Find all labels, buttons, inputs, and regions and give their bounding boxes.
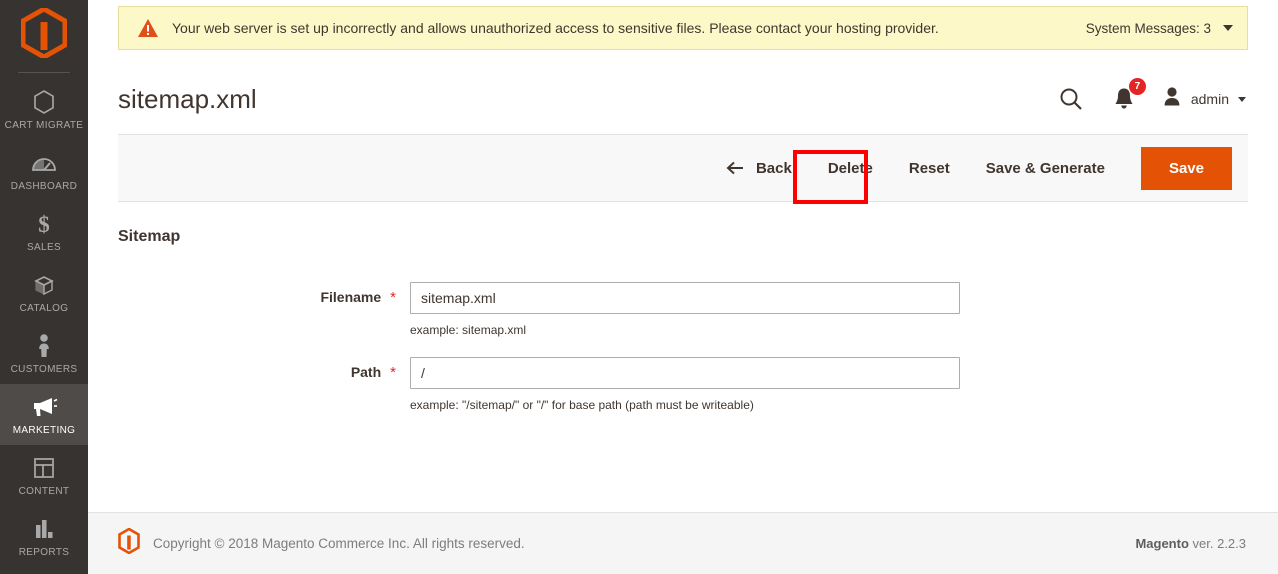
filename-label: Filename — [320, 289, 382, 305]
save-button[interactable]: Save — [1140, 146, 1232, 190]
save-button-label: Save — [1168, 159, 1204, 177]
megaphone-icon — [30, 394, 58, 420]
sidebar-item-label: REPORTS — [18, 547, 70, 558]
page-actions-toolbar: Back Delete Reset Save & Generate Save — [118, 134, 1248, 202]
reset-button[interactable]: Reset — [891, 151, 968, 186]
page-footer: Copyright © 2018 Magento Commerce Inc. A… — [88, 512, 1278, 574]
back-button[interactable]: Back — [708, 151, 810, 186]
filename-note: example: sitemap.xml — [410, 323, 527, 337]
sidebar-divider — [18, 72, 70, 73]
system-message-banner-wrapper: Your web server is set up incorrectly an… — [88, 0, 1278, 50]
reset-button-label: Reset — [908, 159, 950, 177]
delete-button[interactable]: Delete — [810, 151, 891, 186]
system-message-banner: Your web server is set up incorrectly an… — [118, 6, 1248, 50]
footer-brand: Magento — [1135, 536, 1189, 551]
sidebar-item-content[interactable]: CONTENT — [0, 445, 88, 506]
dollar-sign-icon: $ — [34, 211, 54, 237]
search-icon[interactable] — [1044, 86, 1098, 112]
chevron-down-icon — [1238, 96, 1246, 102]
sidebar-item-sales[interactable]: $ SALES — [0, 201, 88, 262]
page-title: sitemap.xml — [118, 83, 257, 114]
arrow-left-icon — [726, 161, 744, 175]
user-avatar-icon — [1162, 86, 1182, 113]
sitemap-form: Sitemap Filename * example: sitemap.xml … — [88, 202, 1278, 512]
bar-chart-icon — [32, 516, 56, 542]
sidebar-item-marketing[interactable]: MARKETING — [0, 384, 88, 445]
filename-label-wrap: Filename * — [118, 282, 396, 305]
warning-triangle-icon — [137, 18, 159, 38]
svg-text:$: $ — [38, 212, 50, 237]
sidebar-item-label: CATALOG — [19, 303, 69, 314]
sidebar-item-label: CUSTOMERS — [10, 364, 78, 375]
sidebar-item-label: CART MIGRATE — [4, 120, 84, 131]
person-icon — [35, 333, 53, 359]
sidebar-item-label: MARKETING — [12, 425, 76, 436]
section-title: Sitemap — [118, 228, 181, 245]
magento-admin-page: CART MIGRATE DASHBOARD $ SALES CATALOG C… — [0, 0, 1278, 574]
admin-menu[interactable]: admin — [1150, 86, 1246, 113]
save-and-generate-button[interactable]: Save & Generate — [968, 151, 1123, 186]
boxes-icon — [31, 272, 57, 298]
magento-logo-icon — [20, 5, 68, 63]
sidebar: CART MIGRATE DASHBOARD $ SALES CATALOG C… — [0, 0, 88, 574]
footer-version: Magento ver. 2.2.3 — [1135, 536, 1246, 551]
system-message-text: Your web server is set up incorrectly an… — [172, 20, 939, 36]
path-label: Path — [350, 364, 382, 380]
chevron-down-icon — [1223, 25, 1233, 31]
path-label-wrap: Path * — [118, 357, 396, 380]
admin-username-label: admin — [1190, 91, 1229, 107]
footer-copyright: Copyright © 2018 Magento Commerce Inc. A… — [153, 536, 525, 551]
field-row-path: Path * example: "/sitemap/" or "/" for b… — [118, 357, 1248, 412]
path-input[interactable] — [410, 357, 960, 389]
footer-version-number: ver. 2.2.3 — [1188, 536, 1246, 551]
notifications-count-badge: 7 — [1128, 78, 1146, 95]
layout-panels-icon — [32, 455, 56, 481]
filename-input[interactable] — [410, 282, 960, 314]
sidebar-item-catalog[interactable]: CATALOG — [0, 262, 88, 323]
sidebar-item-reports[interactable]: REPORTS — [0, 506, 88, 567]
magento-logo-icon — [118, 527, 140, 559]
dashboard-gauge-icon — [31, 150, 57, 176]
sidebar-logo[interactable] — [0, 0, 88, 62]
path-note: example: "/sitemap/" or "/" for base pat… — [410, 398, 754, 412]
system-messages-toggle[interactable]: System Messages: 3 — [1086, 21, 1233, 36]
footer-left: Copyright © 2018 Magento Commerce Inc. A… — [118, 527, 1135, 559]
sidebar-item-customers[interactable]: CUSTOMERS — [0, 323, 88, 384]
main-content: Your web server is set up incorrectly an… — [88, 0, 1278, 574]
save-and-generate-button-label: Save & Generate — [985, 159, 1105, 177]
sidebar-item-label: CONTENT — [18, 486, 70, 497]
path-control: example: "/sitemap/" or "/" for base pat… — [396, 357, 960, 412]
back-button-label: Back — [755, 159, 792, 177]
sidebar-item-label: SALES — [27, 242, 61, 253]
notifications-bell-button[interactable]: 7 — [1098, 78, 1150, 112]
hexagon-icon — [32, 89, 56, 115]
delete-button-label: Delete — [827, 159, 873, 177]
sidebar-item-cart-migrate[interactable]: CART MIGRATE — [0, 79, 88, 140]
sidebar-item-label: DASHBOARD — [10, 181, 78, 192]
system-messages-label: System Messages: 3 — [1085, 20, 1211, 36]
page-header: sitemap.xml 7 admin — [88, 50, 1278, 128]
field-row-filename: Filename * example: sitemap.xml — [118, 282, 1248, 337]
header-actions: 7 admin — [1044, 78, 1246, 113]
filename-control: example: sitemap.xml — [396, 282, 960, 337]
sidebar-item-dashboard[interactable]: DASHBOARD — [0, 140, 88, 201]
